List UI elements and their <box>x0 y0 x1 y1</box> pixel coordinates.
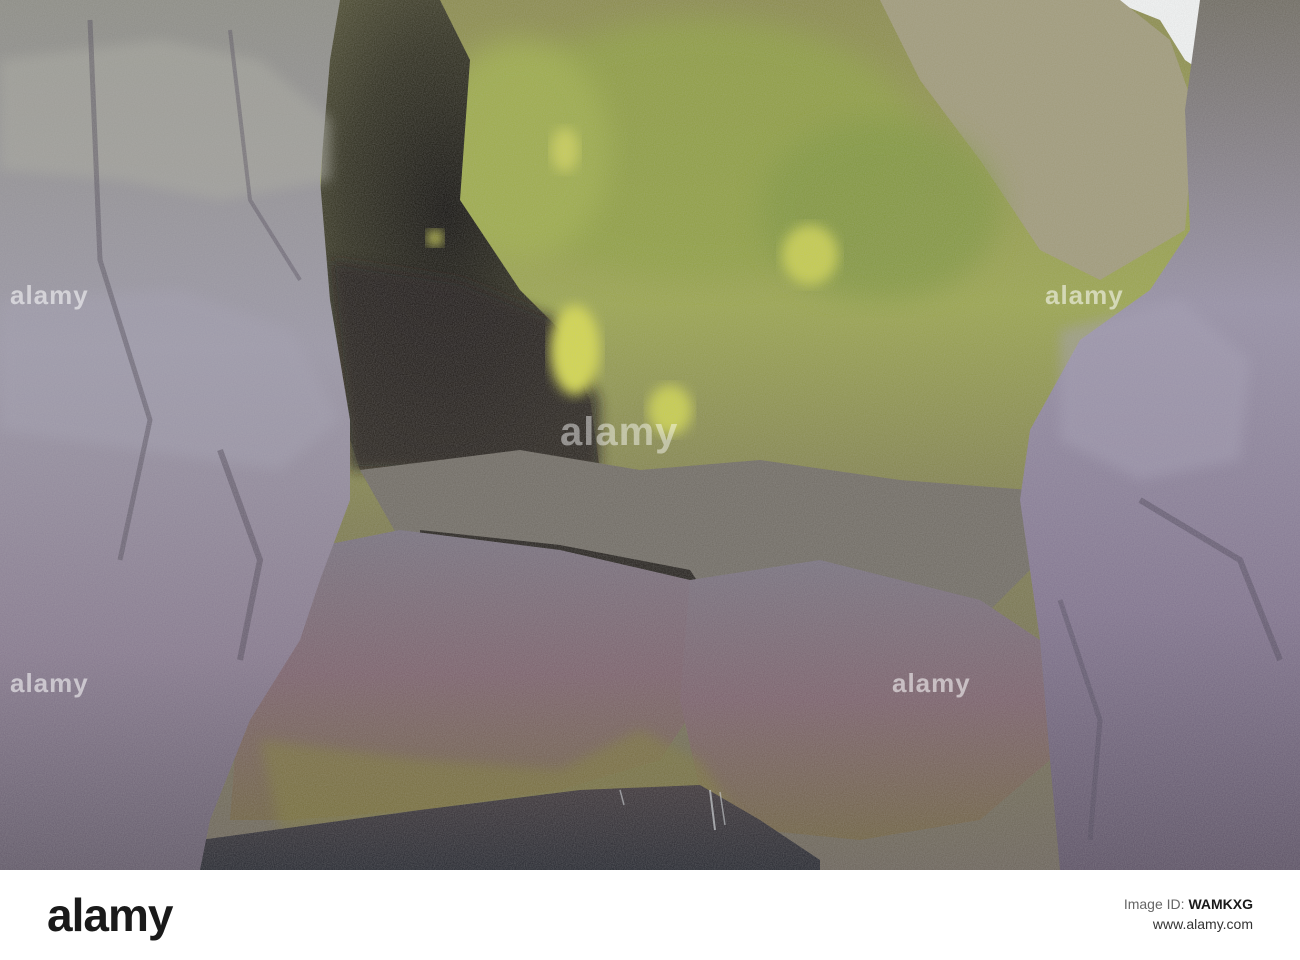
image-id-value: WAMKXG <box>1188 896 1253 912</box>
image-id-label: Image ID: <box>1123 896 1185 912</box>
image-info: Image ID: WAMKXG www.alamy.com <box>1124 894 1253 934</box>
alamy-logo: alamy <box>47 889 173 941</box>
site-url: www.alamy.com <box>1152 916 1253 932</box>
stock-footer-bar: alamy Image ID: WAMKXG www.alamy.com <box>0 870 1300 960</box>
cave-rock-illustration <box>0 0 1300 870</box>
cave-photo: alamy alamy alamy alamy alamy <box>0 0 1300 870</box>
image-id-line: Image ID: WAMKXG <box>1124 894 1253 914</box>
